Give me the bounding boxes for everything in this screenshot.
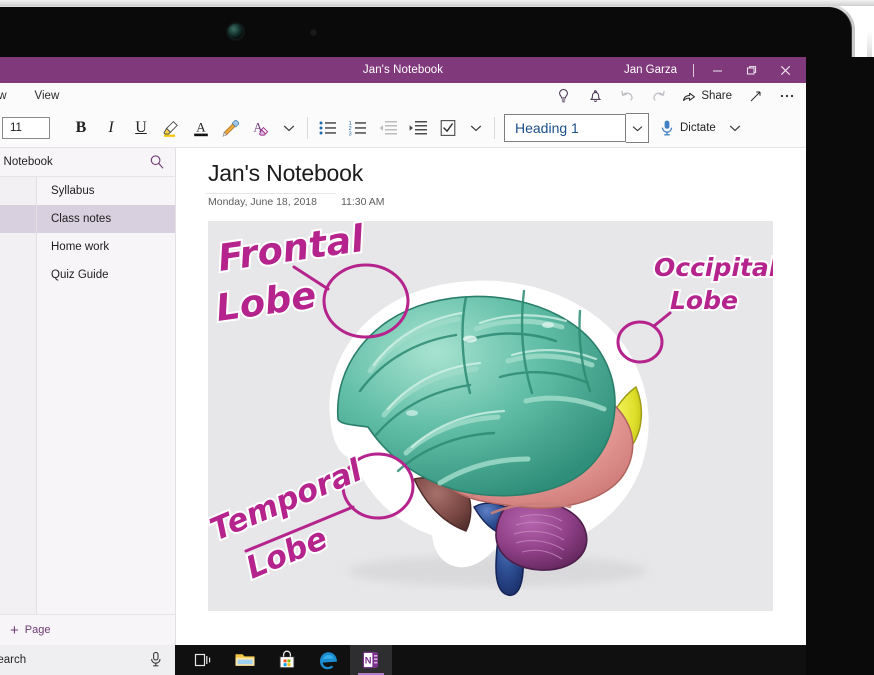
- screenshot-root: Jan's Notebook Jan Garza w View Share 11…: [0, 0, 874, 675]
- redo-icon[interactable]: [644, 83, 674, 109]
- brain-anatomy-diagram[interactable]: Frontal Lobe Occipital Lobe Temporal Lob…: [208, 221, 773, 611]
- page-item-home-work[interactable]: Home work: [37, 233, 175, 261]
- bold-button[interactable]: B: [66, 113, 96, 143]
- section-stub-1[interactable]: [0, 177, 36, 205]
- cortana-microphone-icon[interactable]: [149, 651, 163, 673]
- font-more-chevron-down-icon[interactable]: [276, 113, 302, 143]
- share-icon: [682, 89, 697, 103]
- taskbar-app-icons: N: [182, 645, 392, 675]
- ambient-light-sensor-icon: [311, 30, 316, 35]
- device-right-bezel: [806, 57, 874, 675]
- svg-text:3: 3: [349, 131, 352, 136]
- page-item-class-notes[interactable]: Class notes: [37, 205, 175, 233]
- camera-lens-icon: [228, 24, 243, 39]
- close-button[interactable]: [768, 57, 802, 83]
- svg-text:N: N: [365, 655, 372, 666]
- titlebar-right-group: Jan Garza: [614, 57, 802, 83]
- taskbar-search-placeholder: o search: [0, 654, 27, 666]
- font-size-input[interactable]: 11: [2, 117, 50, 139]
- page-date: Monday, June 18, 2018: [208, 196, 317, 208]
- svg-text:A: A: [196, 120, 206, 135]
- tell-me-icon[interactable]: [548, 83, 578, 109]
- restore-button[interactable]: [734, 57, 768, 83]
- notebook-name-label: n's Notebook: [0, 156, 53, 168]
- microphone-icon: [659, 119, 675, 137]
- dictate-chevron-down-icon[interactable]: [729, 124, 741, 132]
- workspace: n's Notebook Syllabu: [0, 148, 806, 645]
- page-item-quiz-guide[interactable]: Quiz Guide: [37, 261, 175, 289]
- add-page-button[interactable]: + Page: [0, 614, 175, 645]
- style-combobox[interactable]: Heading 1: [504, 114, 626, 142]
- font-color-icon[interactable]: A: [186, 113, 216, 143]
- paragraph-more-chevron-down-icon[interactable]: [463, 113, 489, 143]
- undo-icon[interactable]: [612, 83, 642, 109]
- device-top-edge: [0, 0, 874, 6]
- page-title[interactable]: Jan's Notebook: [208, 160, 363, 187]
- notifications-icon[interactable]: [580, 83, 610, 109]
- minimize-button[interactable]: [700, 57, 734, 83]
- toolbar-divider-1: [307, 117, 308, 139]
- format-painter-icon[interactable]: [216, 113, 246, 143]
- numbered-list-icon[interactable]: 1 2 3: [343, 113, 373, 143]
- edge-browser-icon[interactable]: [308, 645, 350, 675]
- notebook-header[interactable]: n's Notebook: [0, 148, 175, 177]
- file-explorer-icon[interactable]: [224, 645, 266, 675]
- add-page-label: Page: [24, 624, 51, 636]
- highlighter-icon[interactable]: [156, 113, 186, 143]
- share-label: Share: [701, 90, 732, 102]
- bulleted-list-icon[interactable]: [313, 113, 343, 143]
- svg-text:Lobe: Lobe: [670, 286, 738, 315]
- toolbar-divider-2: [494, 117, 495, 139]
- account-name[interactable]: Jan Garza: [614, 57, 687, 83]
- formatting-toolbar: 11 B I U A A 1 2 3 Heading 1 Dictate: [0, 109, 806, 148]
- tab-draw[interactable]: raw: [0, 83, 21, 109]
- navigation-sidebar: n's Notebook Syllabu: [0, 148, 176, 645]
- style-chevron-down-icon[interactable]: [626, 113, 649, 143]
- search-icon[interactable]: [149, 154, 165, 175]
- page-timestamp: Monday, June 18, 2018 11:30 AM: [208, 196, 385, 208]
- titlebar-divider: [693, 63, 694, 77]
- page-list: Syllabus Class notes Home work Quiz Guid…: [37, 177, 175, 614]
- section-column: [0, 177, 37, 614]
- note-page[interactable]: Jan's Notebook Monday, June 18, 2018 11:…: [176, 148, 806, 645]
- decrease-indent-icon[interactable]: [373, 113, 403, 143]
- underline-button[interactable]: U: [126, 113, 156, 143]
- italic-button[interactable]: I: [96, 113, 126, 143]
- expand-ribbon-icon[interactable]: [740, 83, 770, 109]
- page-item-syllabus[interactable]: Syllabus: [37, 177, 175, 205]
- sidebar-columns: Syllabus Class notes Home work Quiz Guid…: [0, 177, 175, 614]
- share-button[interactable]: Share: [676, 89, 738, 103]
- page-time: 11:30 AM: [340, 196, 385, 208]
- svg-text:Occipital: Occipital: [654, 253, 773, 282]
- ribbon-tabs: raw View: [0, 83, 73, 109]
- todo-checkbox-icon[interactable]: [433, 113, 463, 143]
- section-stub-3[interactable]: [0, 233, 36, 261]
- dictate-label: Dictate: [680, 122, 716, 134]
- onenote-icon[interactable]: N: [350, 645, 392, 675]
- section-stub-2-active[interactable]: [0, 205, 36, 233]
- dictate-button[interactable]: Dictate: [659, 119, 741, 137]
- clear-formatting-icon[interactable]: A: [246, 113, 276, 143]
- microsoft-store-icon[interactable]: [266, 645, 308, 675]
- window-titlebar: Jan's Notebook Jan Garza: [0, 57, 806, 83]
- increase-indent-icon[interactable]: [403, 113, 433, 143]
- taskbar-search-box[interactable]: o search: [0, 645, 175, 675]
- onenote-window: Jan's Notebook Jan Garza w View Share 11…: [0, 57, 806, 645]
- more-options-icon[interactable]: [772, 83, 802, 109]
- task-view-icon[interactable]: [182, 645, 224, 675]
- tab-view[interactable]: View: [21, 83, 74, 109]
- ribbon-tab-row: raw View: [0, 83, 806, 109]
- title-underline: [206, 193, 336, 194]
- quick-access-toolbar: Share: [548, 83, 802, 109]
- plus-icon: +: [10, 621, 19, 639]
